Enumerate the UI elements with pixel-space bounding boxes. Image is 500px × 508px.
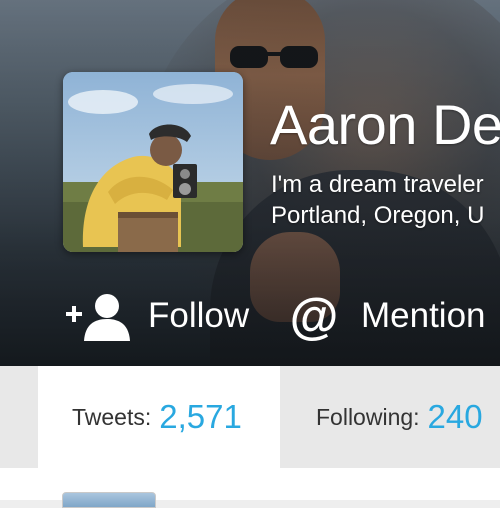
tweets-stat-tab[interactable]: Tweets: 2,571 (38, 366, 280, 468)
profile-stats-bar: Tweets: 2,571 Following: 240 (0, 366, 500, 468)
following-stat-value: 240 (427, 398, 483, 435)
profile-name: Aaron De (270, 93, 500, 156)
add-user-icon (66, 294, 130, 341)
location-line: Portland, Oregon, U (271, 202, 485, 229)
follow-label: Follow (148, 296, 250, 335)
mention-label: Mention (361, 296, 486, 335)
profile-bio: I'm a dream traveler Portland, Oregon, U (271, 169, 500, 231)
tweets-stat-value: 2,571 (159, 398, 242, 435)
avatar-photo (63, 72, 243, 252)
follow-button[interactable]: Follow (64, 291, 249, 341)
mention-button[interactable]: @ Mention (289, 291, 486, 341)
tweet-thumbnail[interactable] (62, 492, 156, 508)
at-sign-icon: @ (289, 288, 339, 344)
following-stat-tab[interactable]: Following: 240 (280, 366, 500, 468)
avatar[interactable] (63, 72, 243, 252)
bio-line: I'm a dream traveler (271, 171, 484, 198)
tweets-stat-label: Tweets: (72, 403, 152, 430)
following-stat-label: Following: (316, 403, 420, 430)
